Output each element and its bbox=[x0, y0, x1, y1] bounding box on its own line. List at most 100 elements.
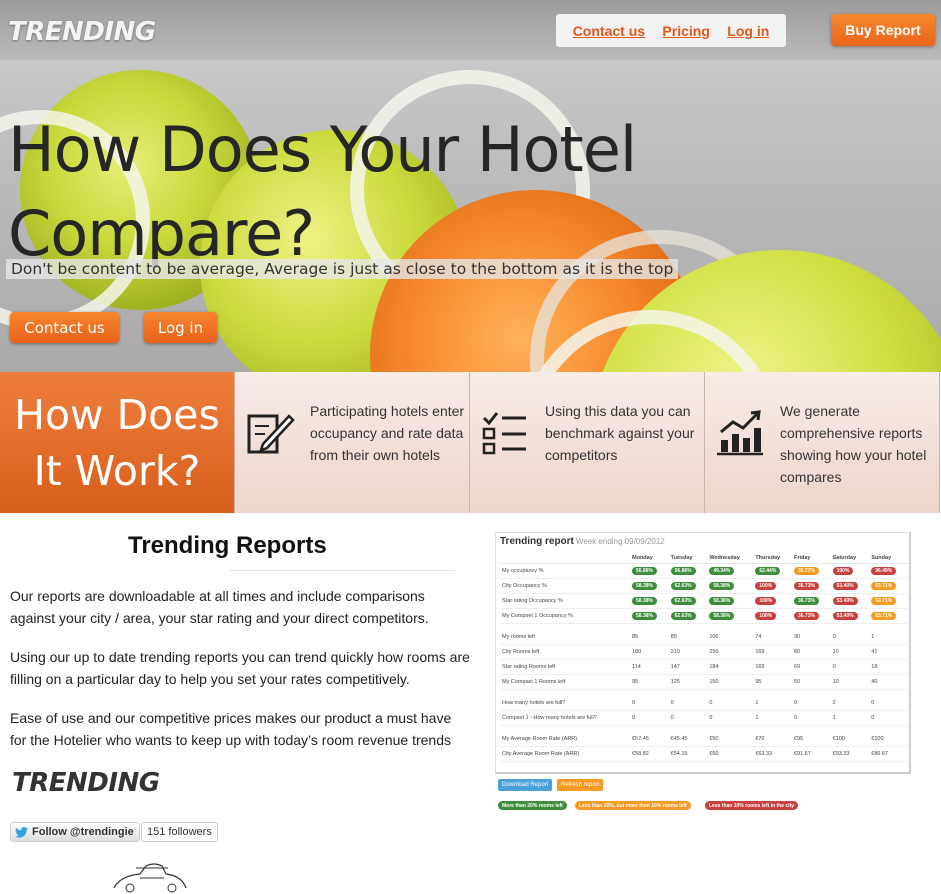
report-cell: €54.15 bbox=[668, 746, 708, 762]
twitter-bird-icon bbox=[15, 826, 28, 838]
nav-login-link[interactable]: Log in bbox=[727, 23, 769, 39]
report-cell: €50 bbox=[707, 731, 754, 747]
logo[interactable]: TRENDING bbox=[8, 17, 156, 47]
occupancy-pill: 63.71% bbox=[871, 597, 897, 605]
top-nav: Contact us Pricing Log in bbox=[556, 14, 786, 47]
report-cell: 1 bbox=[830, 710, 870, 726]
occupancy-pill: 56.86% bbox=[670, 567, 696, 575]
report-row-label: My occupancy % bbox=[500, 563, 630, 579]
report-cell: 95 bbox=[753, 674, 792, 690]
divider bbox=[230, 570, 455, 571]
occupancy-pill: 36.73% bbox=[793, 597, 819, 605]
hero-subtitle: Don't be content to be average, Average … bbox=[6, 259, 679, 279]
occupancy-pill: 63.71% bbox=[871, 582, 897, 590]
report-cell: 30 bbox=[791, 629, 831, 645]
report-row-label: My Compset 1 Rooms left bbox=[500, 674, 630, 690]
occupancy-pill: 30.77% bbox=[793, 567, 819, 575]
report-cell: €45.45 bbox=[668, 731, 708, 747]
report-row: Compset 1 - How many hotels are full? 0 0 0… bbox=[500, 710, 908, 726]
report-cell: 0 bbox=[707, 710, 754, 726]
report-heading: Trending report Week ending 09/09/2012 bbox=[500, 536, 665, 547]
hero-contact-button[interactable]: Contact us bbox=[10, 312, 119, 343]
nav-pricing-link[interactable]: Pricing bbox=[662, 23, 709, 39]
report-cell: 80 bbox=[791, 644, 831, 660]
report-cell: €63.33 bbox=[753, 746, 792, 762]
occupancy-pill: 49.34% bbox=[709, 567, 735, 575]
report-cell: 69 bbox=[791, 659, 831, 675]
report-row: Star rating Occupancy % 58.38% 62.63% 58.38… bbox=[500, 593, 908, 609]
occupancy-pill: 62.44% bbox=[755, 567, 781, 575]
occupancy-pill: 58.38% bbox=[632, 597, 657, 605]
report-cell: 10 bbox=[830, 644, 870, 660]
report-cell: 10 bbox=[830, 674, 870, 690]
occupancy-pill: 53.40% bbox=[832, 612, 858, 620]
nav-contact-link[interactable]: Contact us bbox=[573, 23, 645, 39]
occupancy-pill: 100% bbox=[755, 597, 777, 605]
edit-icon bbox=[247, 414, 295, 454]
occupancy-pill: 96.49% bbox=[871, 567, 897, 575]
occupancy-pill: 36.73% bbox=[793, 582, 819, 590]
how-it-works-title: How Does It Work? bbox=[0, 372, 235, 513]
report-row: Star rating Rooms left 114 147 184 169 69 0 18 bbox=[500, 659, 908, 675]
occupancy-pill: 53.40% bbox=[832, 582, 858, 590]
buy-report-button[interactable]: Buy Report bbox=[831, 14, 935, 46]
report-row: How many hotels are full? 0 0 0 1 0 2 0 bbox=[500, 695, 908, 711]
report-cell: 0 bbox=[630, 695, 669, 711]
report-row: My Compset 1 Rooms left 95 125 150 95 50 10 40 bbox=[500, 674, 908, 690]
report-row-label: Star rating Occupancy % bbox=[500, 593, 630, 609]
sketch-illustration bbox=[113, 863, 187, 893]
report-row: My Compset 1 Occupancy % 58.38% 62.63% 58.3… bbox=[500, 608, 908, 624]
occupancy-pill: 58.38% bbox=[632, 582, 657, 590]
report-cell: 0 bbox=[668, 695, 708, 711]
step-enter-data: Participating hotels enter occupancy and… bbox=[235, 372, 470, 513]
bar-chart-icon bbox=[717, 410, 763, 456]
report-cell: 1 bbox=[753, 695, 792, 711]
checklist-icon bbox=[482, 412, 526, 455]
report-cell: 184 bbox=[707, 659, 754, 675]
how-it-works: How Does It Work? Participating hotels e… bbox=[0, 372, 941, 513]
report-cell: 0 bbox=[869, 710, 908, 726]
hero-login-button[interactable]: Log in bbox=[144, 312, 217, 343]
occupancy-pill: 58.38% bbox=[709, 582, 735, 590]
step-reports: We generate comprehensive reports showin… bbox=[705, 372, 940, 513]
twitter-follow-label: Follow @trendingie bbox=[32, 826, 134, 838]
report-row-label: Compset 1 - How many hotels are full? bbox=[500, 710, 630, 726]
occupancy-pill: 58.38% bbox=[632, 612, 657, 620]
report-cell: 74 bbox=[753, 629, 792, 645]
twitter-follower-count[interactable]: 151 followers bbox=[141, 822, 218, 842]
occupancy-pill: 63.71% bbox=[871, 612, 897, 620]
report-cell: 40 bbox=[869, 674, 908, 690]
report-cell: 125 bbox=[668, 674, 708, 690]
report-row: City Average Room Rate (ARR) €58.82 €54.15… bbox=[500, 746, 908, 762]
report-row: City Occupancy % 58.38% 62.63% 58.38% 100% 36… bbox=[500, 578, 908, 594]
report-cell: €95 bbox=[791, 731, 831, 747]
step-text: We generate comprehensive reports showin… bbox=[780, 403, 927, 485]
occupancy-pill: 62.63% bbox=[670, 582, 696, 590]
download-report-button[interactable]: Download Report bbox=[498, 779, 553, 791]
occupancy-pill: 100% bbox=[755, 612, 777, 620]
report-row-label: How many hotels are full? bbox=[500, 695, 630, 711]
report-preview: Trending report Week ending 09/09/2012 Mo… bbox=[495, 532, 911, 774]
report-row: My occupancy % 56.86% 56.86% 49.34% 62.44% 30… bbox=[500, 563, 908, 579]
report-cell: 210 bbox=[668, 644, 708, 660]
occupancy-pill: 53.40% bbox=[832, 597, 858, 605]
report-cell: 95 bbox=[630, 674, 669, 690]
report-row-label: City Occupancy % bbox=[500, 578, 630, 594]
legend-red: Less than 10% rooms left in the city bbox=[705, 801, 799, 810]
report-row-label: My rooms left bbox=[500, 629, 630, 645]
report-row-label: My Compset 1 Occupancy % bbox=[500, 608, 630, 624]
report-cell: 150 bbox=[707, 674, 754, 690]
report-cell: 50 bbox=[791, 674, 831, 690]
footer-logo: TRENDING bbox=[12, 768, 160, 798]
twitter-follow-button[interactable]: Follow @trendingie bbox=[10, 822, 140, 842]
refresh-report-button[interactable]: Refresh report bbox=[557, 779, 604, 791]
step-text: Participating hotels enter occupancy and… bbox=[310, 403, 465, 463]
report-cell: 0 bbox=[707, 695, 754, 711]
report-cell: 85 bbox=[630, 629, 669, 645]
occupancy-pill: 58.38% bbox=[709, 597, 735, 605]
report-cell: €60 bbox=[707, 746, 754, 762]
occupancy-pill: 36.73% bbox=[793, 612, 819, 620]
report-cell: 41 bbox=[869, 644, 908, 660]
section-title: Trending Reports bbox=[128, 532, 327, 559]
report-cell: €100 bbox=[869, 731, 908, 747]
